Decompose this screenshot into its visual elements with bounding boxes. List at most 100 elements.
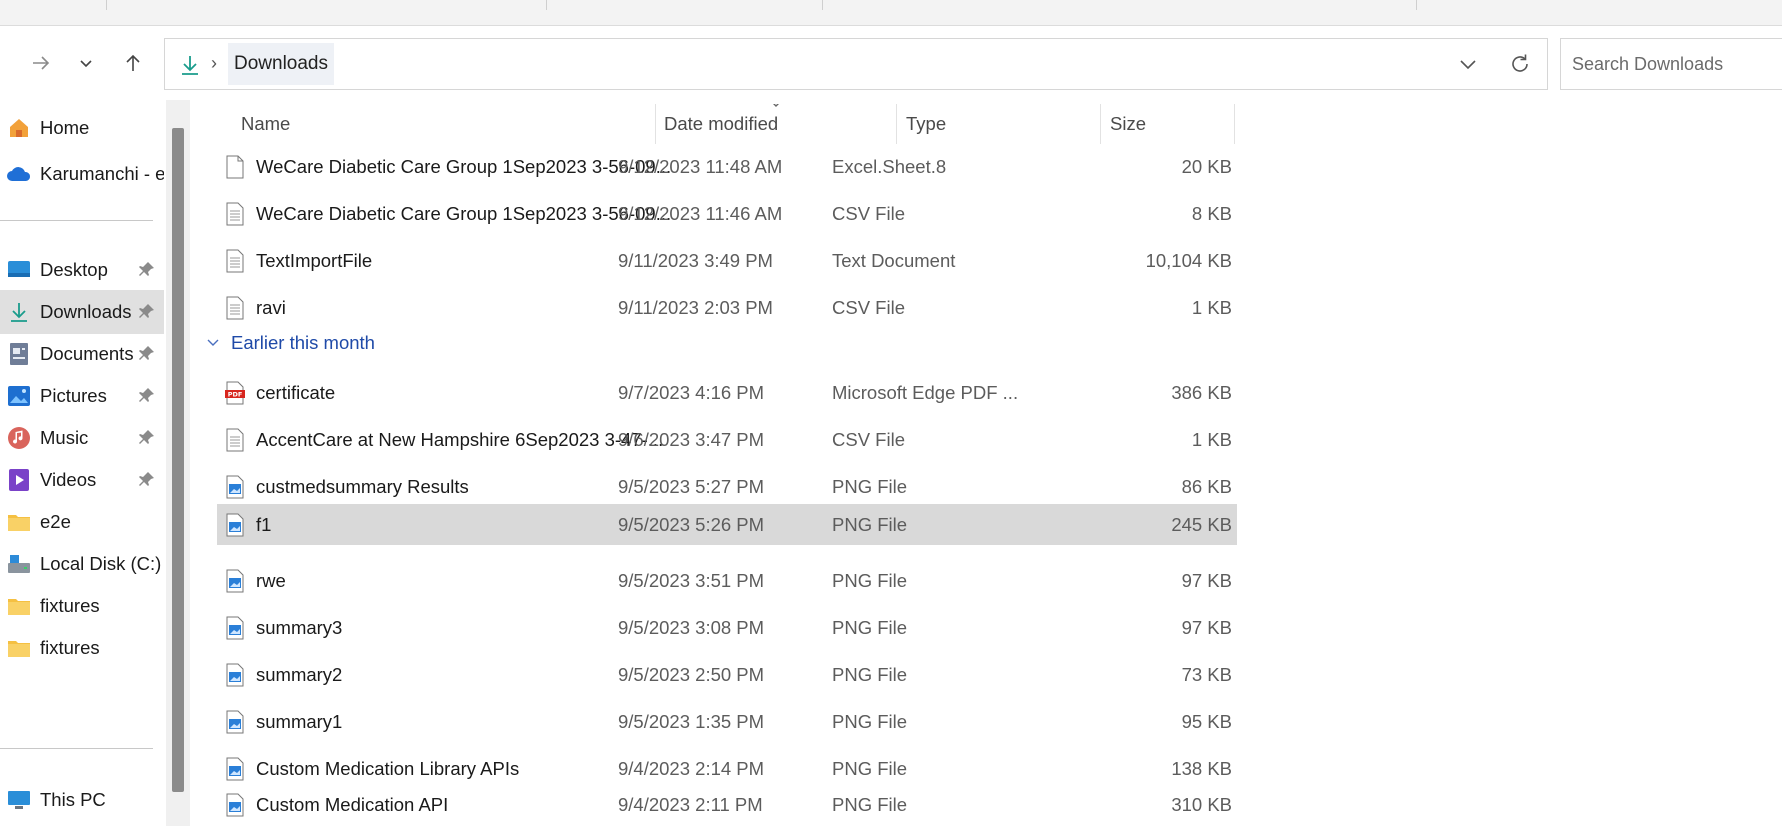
sidebar-scrollbar[interactable] bbox=[166, 100, 190, 826]
file-size: 20 KB bbox=[1181, 156, 1232, 177]
file-name: custmedsummary Results bbox=[256, 476, 469, 497]
column-separator[interactable] bbox=[896, 104, 897, 144]
group-header-earlier-this-month[interactable]: Earlier this month bbox=[205, 328, 375, 358]
pin-icon[interactable] bbox=[138, 344, 156, 362]
arrow-up-icon bbox=[126, 54, 140, 71]
file-row[interactable]: ravi 9/11/2023 2:03 PM CSV File 1 KB bbox=[217, 287, 1237, 328]
column-header-size[interactable]: Size bbox=[1110, 104, 1146, 144]
address-bar[interactable]: › Downloads bbox=[164, 38, 1548, 90]
file-date: 9/5/2023 3:51 PM bbox=[618, 570, 765, 591]
sidebar-item-label: Videos bbox=[40, 469, 97, 490]
music-icon bbox=[6, 425, 32, 451]
file-size: 95 KB bbox=[1181, 711, 1232, 732]
file-date: 9/5/2023 3:08 PM bbox=[618, 617, 765, 638]
file-size: 8 KB bbox=[1191, 203, 1232, 224]
recent-locations-button[interactable] bbox=[71, 48, 101, 78]
arrow-right-icon bbox=[33, 56, 50, 70]
sidebar-item-label: Karumanchi - em bbox=[40, 163, 164, 184]
file-type: PNG File bbox=[832, 570, 908, 591]
file-row[interactable]: Custom Medication API 9/4/2023 2:11 PM P… bbox=[217, 784, 1237, 825]
videos-icon bbox=[6, 467, 32, 493]
refresh-icon[interactable] bbox=[1507, 51, 1533, 77]
file-date: 9/5/2023 5:26 PM bbox=[618, 514, 765, 535]
sidebar-item-music[interactable]: Music bbox=[0, 416, 164, 460]
file-type: CSV File bbox=[832, 429, 905, 450]
tab-strip bbox=[0, 0, 1782, 26]
file-row[interactable]: summary3 9/5/2023 3:08 PM PNG File 97 KB bbox=[217, 607, 1237, 648]
file-row[interactable]: Custom Medication Library APIs 9/4/2023 … bbox=[217, 748, 1237, 789]
sidebar-item-pictures[interactable]: Pictures bbox=[0, 374, 164, 418]
pin-icon[interactable] bbox=[138, 302, 156, 320]
file-type: PNG File bbox=[832, 476, 908, 497]
sidebar-item-fixtures-2[interactable]: fixtures bbox=[0, 626, 164, 670]
file-row[interactable]: WeCare Diabetic Care Group 1Sep2023 3-56… bbox=[217, 193, 1237, 234]
search-box[interactable] bbox=[1560, 38, 1782, 90]
file-date: 9/4/2023 2:11 PM bbox=[618, 794, 763, 815]
sidebar-item-label: Music bbox=[40, 427, 89, 448]
file-row[interactable]: rwe 9/5/2023 3:51 PM PNG File 97 KB bbox=[217, 560, 1237, 601]
sidebar-item-label: fixtures bbox=[40, 595, 100, 616]
file-date: 9/12/2023 11:48 AM bbox=[618, 156, 783, 177]
file-type: PNG File bbox=[832, 514, 908, 535]
file-name: TextImportFile bbox=[256, 250, 373, 271]
column-separator[interactable] bbox=[1234, 104, 1235, 144]
file-row[interactable]: custmedsummary Results 9/5/2023 5:27 PM … bbox=[217, 466, 1237, 507]
column-separator[interactable] bbox=[655, 104, 656, 144]
column-separator[interactable] bbox=[1100, 104, 1101, 144]
file-date: 9/5/2023 5:27 PM bbox=[618, 476, 765, 497]
sidebar-item-local-disk[interactable]: Local Disk (C:) bbox=[0, 542, 164, 586]
sidebar-item-label: Documents bbox=[40, 343, 134, 364]
sidebar-item-documents[interactable]: Documents bbox=[0, 332, 164, 376]
file-row[interactable]: summary1 9/5/2023 1:35 PM PNG File 95 KB bbox=[217, 701, 1237, 742]
tab-separator bbox=[106, 0, 107, 10]
column-header-name[interactable]: Name bbox=[241, 104, 290, 144]
sidebar-item-home[interactable]: Home bbox=[0, 106, 164, 150]
chevron-down-icon bbox=[80, 60, 92, 68]
file-size: 10,104 KB bbox=[1145, 250, 1232, 271]
file-row[interactable]: AccentCare at New Hampshire 6Sep2023 3-4… bbox=[217, 419, 1237, 460]
file-row[interactable]: summary2 9/5/2023 2:50 PM PNG File 73 KB bbox=[217, 654, 1237, 695]
sidebar-item-fixtures[interactable]: fixtures bbox=[0, 584, 164, 628]
sidebar-scrollbar-thumb[interactable] bbox=[172, 128, 184, 792]
tab-separator bbox=[546, 0, 547, 10]
file-list: Name Date modified Type Size WeCare Diab… bbox=[190, 104, 1782, 826]
sidebar-item-this-pc[interactable]: This PC bbox=[0, 778, 164, 822]
breadcrumb-downloads[interactable]: Downloads bbox=[228, 43, 334, 85]
pin-icon[interactable] bbox=[138, 470, 156, 488]
sidebar-item-desktop[interactable]: Desktop bbox=[0, 248, 164, 292]
pin-icon[interactable] bbox=[138, 260, 156, 278]
file-row-selected[interactable]: f1 9/5/2023 5:26 PM PNG File 245 KB bbox=[217, 504, 1237, 545]
image-file-icon bbox=[226, 616, 244, 640]
column-header-type[interactable]: Type bbox=[906, 104, 946, 144]
file-row[interactable]: PDF certificate 9/7/2023 4:16 PM Microso… bbox=[217, 372, 1237, 413]
desktop-icon bbox=[6, 257, 32, 283]
text-file-icon bbox=[226, 249, 244, 273]
file-name: f1 bbox=[256, 514, 272, 535]
forward-button[interactable] bbox=[26, 48, 56, 78]
file-name: summary3 bbox=[256, 617, 343, 638]
column-header-date-modified[interactable]: Date modified bbox=[664, 104, 778, 144]
pin-icon[interactable] bbox=[138, 428, 156, 446]
search-input[interactable] bbox=[1561, 39, 1782, 89]
image-file-icon bbox=[226, 513, 244, 537]
text-file-icon bbox=[226, 296, 244, 320]
file-row[interactable]: WeCare Diabetic Care Group 1Sep2023 3-56… bbox=[217, 146, 1237, 187]
image-file-icon bbox=[226, 793, 244, 817]
sidebar-item-e2e[interactable]: e2e bbox=[0, 500, 164, 544]
sidebar-item-label: Home bbox=[40, 117, 90, 138]
file-type: CSV File bbox=[832, 297, 905, 318]
file-name: ravi bbox=[256, 297, 286, 318]
sidebar-item-onedrive[interactable]: Karumanchi - em bbox=[0, 152, 164, 196]
address-dropdown-icon[interactable] bbox=[1455, 51, 1481, 77]
sidebar-item-downloads[interactable]: Downloads bbox=[0, 290, 164, 334]
pictures-icon bbox=[6, 383, 32, 409]
file-date: 9/6/2023 3:47 PM bbox=[618, 429, 765, 450]
pin-icon[interactable] bbox=[138, 386, 156, 404]
file-row[interactable]: TextImportFile 9/11/2023 3:49 PM Text Do… bbox=[217, 240, 1237, 281]
file-name: Custom Medication Library APIs bbox=[256, 758, 520, 779]
file-size: 97 KB bbox=[1181, 617, 1232, 638]
file-name: Custom Medication API bbox=[256, 794, 449, 815]
sidebar-item-videos[interactable]: Videos bbox=[0, 458, 164, 502]
up-button[interactable] bbox=[118, 48, 148, 78]
file-size: 86 KB bbox=[1181, 476, 1232, 497]
